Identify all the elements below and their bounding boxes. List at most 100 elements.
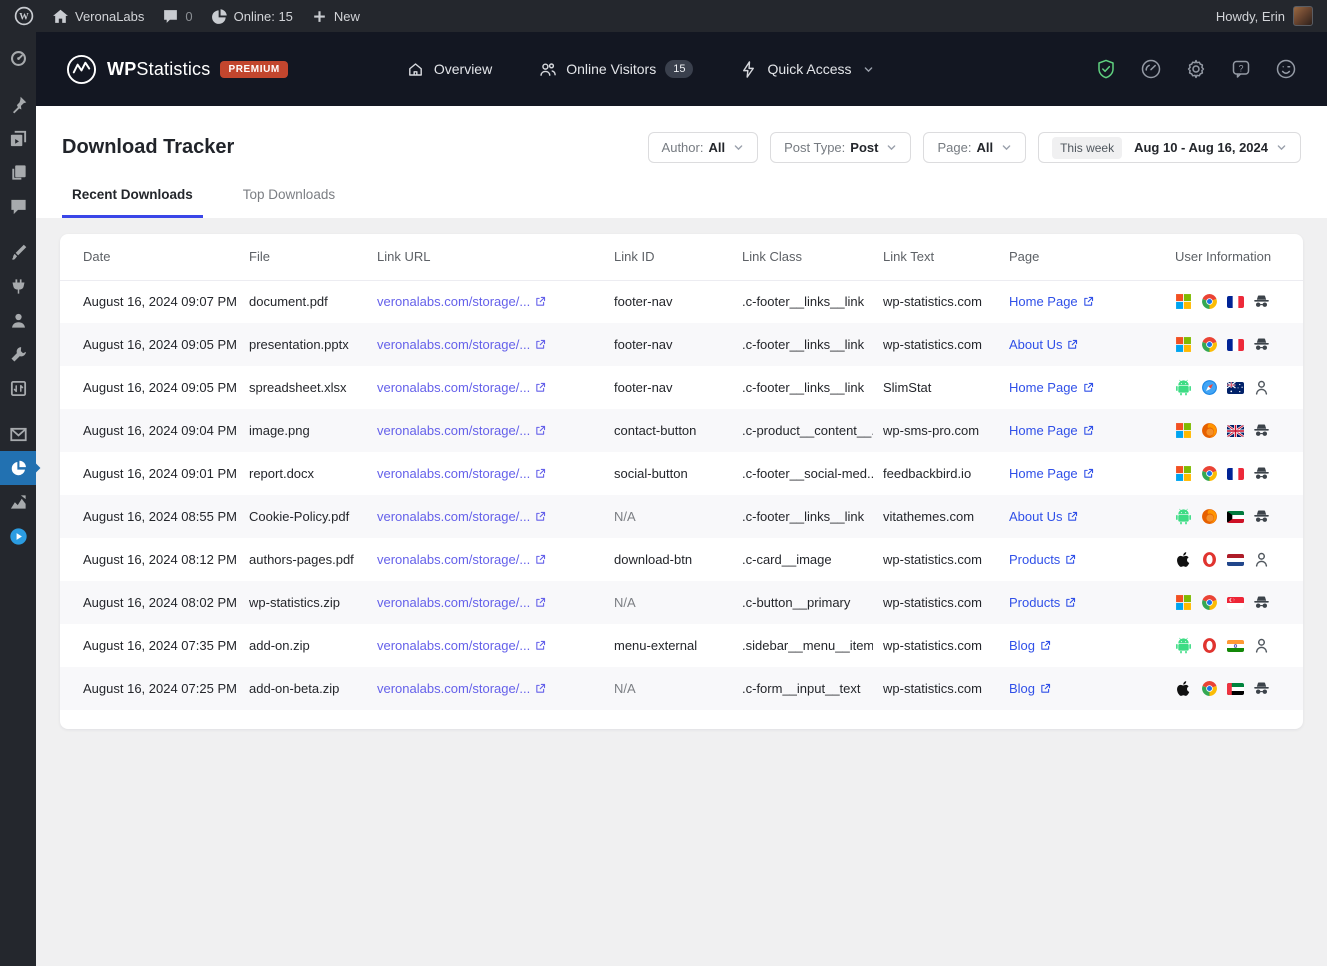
france-flag-icon [1227, 338, 1244, 351]
link-url[interactable]: veronalabs.com/storage/... [377, 423, 546, 438]
account-menu[interactable]: Howdy, Erin [1216, 6, 1313, 26]
user-information [1175, 465, 1293, 482]
page-link[interactable]: Home Page [1009, 294, 1094, 309]
date-cell: August 16, 2024 07:35 PM [83, 638, 237, 653]
main-content: Download Tracker Author: All Post Type: Po… [36, 106, 1327, 966]
page-link[interactable]: Products [1009, 595, 1076, 610]
link-url[interactable]: veronalabs.com/storage/... [377, 509, 546, 524]
comments-icon [162, 8, 179, 25]
sidebar-item-comments[interactable] [0, 189, 36, 223]
col-link-url: Link URL [367, 234, 604, 281]
gear-icon[interactable] [1185, 58, 1207, 80]
sidebar-item-media[interactable] [0, 121, 36, 155]
comments-link[interactable]: 0 [162, 8, 193, 25]
nav-online-visitors[interactable]: Online Visitors 15 [538, 60, 694, 79]
link-id-cell: footer-nav [614, 294, 673, 310]
comments-icon [9, 197, 28, 216]
sidebar-item-pages[interactable] [0, 155, 36, 189]
link-class-cell: .c-footer__links__link [742, 294, 865, 310]
opera-icon [1201, 551, 1218, 568]
kuwait-flag-icon [1227, 510, 1244, 523]
page-link[interactable]: Home Page [1009, 380, 1094, 395]
person-icon [1253, 379, 1270, 396]
wordpress-menu[interactable]: W [14, 6, 34, 26]
windows-icon [1175, 293, 1192, 310]
site-name-link[interactable]: VeronaLabs [52, 8, 144, 25]
author-filter[interactable]: Author: All [647, 132, 759, 163]
incognito-icon [1253, 422, 1270, 439]
sidebar-item-dashboard[interactable] [0, 41, 36, 75]
table-row: August 16, 2024 09:05 PM presentation.ppt… [60, 323, 1303, 366]
post-type-filter[interactable]: Post Type: Post [770, 132, 912, 163]
file-cell: presentation.pptx [239, 323, 367, 366]
page-link[interactable]: Home Page [1009, 423, 1094, 438]
external-link-icon [535, 597, 546, 608]
sidebar-item-appearance[interactable] [0, 235, 36, 269]
link-url[interactable]: veronalabs.com/storage/... [377, 552, 546, 567]
tab-recent-downloads[interactable]: Recent Downloads [62, 179, 203, 218]
firefox-icon [1201, 422, 1218, 439]
nav-quick-access[interactable]: Quick Access [739, 60, 873, 79]
page-link[interactable]: About Us [1009, 337, 1078, 352]
windows-icon [1175, 594, 1192, 611]
link-id-cell: N/A [604, 667, 732, 710]
link-url[interactable]: veronalabs.com/storage/... [377, 380, 546, 395]
file-cell: document.pdf [249, 294, 328, 310]
shield-check-icon[interactable] [1095, 58, 1117, 80]
dashboard-icon [9, 49, 28, 68]
smiley-icon[interactable] [1275, 58, 1297, 80]
tabs: Recent Downloads Top Downloads [62, 179, 1301, 218]
link-url[interactable]: veronalabs.com/storage/... [377, 595, 546, 610]
file-cell: image.png [239, 409, 367, 452]
chevron-down-icon [886, 142, 897, 153]
wp-statistics-header: WPStatistics PREMIUM Overview Online Vis… [36, 32, 1327, 106]
date-range-filter[interactable]: This week Aug 10 - Aug 16, 2024 [1038, 132, 1301, 163]
link-id-cell: N/A [604, 581, 732, 624]
chevron-down-icon [1276, 142, 1287, 153]
link-id-cell: footer-nav [604, 323, 732, 366]
chrome-icon [1201, 465, 1218, 482]
link-id-cell: social-button [614, 466, 688, 481]
wp-statistics-logo-icon [66, 54, 97, 85]
link-class-cell: .c-form__input__text [732, 667, 873, 710]
page-link[interactable]: Home Page [1009, 466, 1094, 481]
wp-statistics-brand[interactable]: WPStatistics PREMIUM [66, 54, 288, 85]
sidebar-item-wp-statistics[interactable] [0, 451, 36, 485]
page-link[interactable]: Products [1009, 552, 1076, 567]
external-link-icon [1083, 468, 1094, 479]
page-link[interactable]: About Us [1009, 509, 1078, 524]
user-icon [9, 311, 28, 330]
link-url[interactable]: veronalabs.com/storage/... [377, 294, 546, 309]
external-link-icon [1083, 296, 1094, 307]
tab-top-downloads[interactable]: Top Downloads [233, 179, 345, 218]
person-icon [1253, 551, 1270, 568]
page-link[interactable]: Blog [1009, 638, 1051, 653]
page-filter[interactable]: Page: All [923, 132, 1027, 163]
nav-overview[interactable]: Overview [406, 60, 492, 79]
apple-icon [1175, 680, 1192, 697]
gauge-icon[interactable] [1140, 58, 1162, 80]
sidebar-item-plugins[interactable] [0, 269, 36, 303]
sidebar-item-tools[interactable] [0, 337, 36, 371]
sidebar-item-posts[interactable] [0, 87, 36, 121]
help-icon[interactable]: ? [1230, 58, 1252, 80]
netherlands-flag-icon [1227, 553, 1244, 566]
chrome-icon [1201, 293, 1218, 310]
sidebar-item-users[interactable] [0, 303, 36, 337]
new-content-link[interactable]: New [311, 8, 360, 25]
premium-badge: PREMIUM [220, 60, 288, 78]
brush-icon [9, 243, 28, 262]
link-url[interactable]: veronalabs.com/storage/... [377, 337, 546, 352]
external-link-icon [535, 339, 546, 350]
sidebar-item-analytics[interactable] [0, 485, 36, 519]
link-url[interactable]: veronalabs.com/storage/... [377, 681, 546, 696]
link-url[interactable]: veronalabs.com/storage/... [377, 638, 546, 653]
sidebar-item-settings[interactable] [0, 371, 36, 405]
link-text-cell: vitathemes.com [873, 495, 999, 538]
page-link[interactable]: Blog [1009, 681, 1051, 696]
sliders-icon [9, 379, 28, 398]
sidebar-item-play[interactable] [0, 519, 36, 553]
sidebar-item-mail[interactable] [0, 417, 36, 451]
online-visitors-link[interactable]: Online: 15 [211, 8, 293, 25]
link-url[interactable]: veronalabs.com/storage/... [377, 466, 546, 481]
